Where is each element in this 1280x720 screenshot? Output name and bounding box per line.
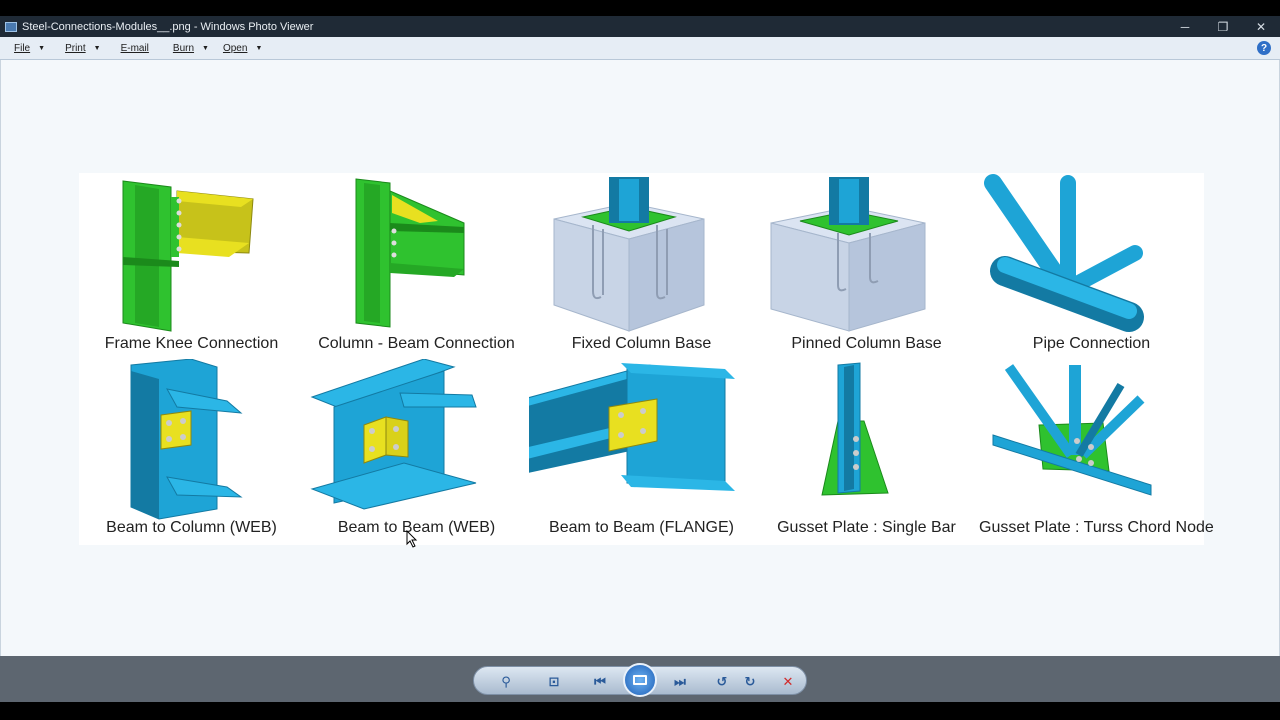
- beam-to-column-web: Beam to Column (WEB): [79, 359, 304, 545]
- caption: Beam to Beam (FLANGE): [549, 519, 734, 536]
- rotate-clockwise-icon[interactable]: ↻: [736, 667, 764, 696]
- gusset-plate-single-bar-illustration: [821, 362, 889, 496]
- menu-bar: File ▼ Print ▼ E-mail Burn ▼ Open ▼ ?: [0, 37, 1280, 60]
- caption: Beam to Column (WEB): [106, 519, 277, 536]
- pipe-connection: Pipe Connection: [979, 173, 1204, 359]
- beam-to-column-web-illustration: [130, 359, 243, 520]
- beam-to-beam-web-illustration: [310, 359, 477, 510]
- image-viewport[interactable]: Frame Knee Connection Column - Beam Conn…: [0, 60, 1280, 656]
- caption: Pinned Column Base: [791, 335, 942, 352]
- delete-icon[interactable]: ✕: [774, 667, 802, 696]
- restore-button[interactable]: ❐: [1204, 16, 1242, 37]
- caption: Pipe Connection: [1032, 335, 1151, 352]
- fixed-column-base-illustration: [553, 177, 705, 332]
- photo-viewer-window: Steel-Connections-Modules__.png - Window…: [0, 0, 1280, 720]
- menu-email-label: E-mail: [120, 42, 149, 54]
- menu-print[interactable]: Print ▼: [65, 43, 101, 54]
- mouse-cursor-icon: [406, 530, 418, 548]
- frame-knee-connection: Frame Knee Connection: [79, 173, 304, 359]
- minimize-button[interactable]: ─: [1166, 16, 1204, 37]
- chevron-down-icon: ▼: [202, 44, 209, 52]
- letterbox-bottom: [0, 702, 1280, 720]
- column-beam-connection-illustration: [355, 178, 465, 328]
- frame-knee-connection-illustration: [122, 180, 254, 332]
- chevron-down-icon: ▼: [255, 44, 263, 52]
- pinned-column-base-illustration: [770, 177, 926, 332]
- chevron-down-icon: ▼: [38, 44, 46, 52]
- caption: Gusset Plate : Turss Chord Node: [979, 519, 1214, 536]
- chevron-down-icon: ▼: [93, 44, 101, 52]
- letterbox-top: [0, 0, 1280, 16]
- beam-to-beam-flange: Beam to Beam (FLANGE): [529, 359, 754, 545]
- caption: Frame Knee Connection: [104, 335, 279, 352]
- menu-file[interactable]: File ▼: [14, 43, 45, 54]
- pipe-connection-illustration: [984, 174, 1144, 332]
- caption: Column - Beam Connection: [318, 335, 515, 352]
- gusset-plate-single-bar: Gusset Plate : Single Bar: [754, 359, 979, 545]
- caption: Fixed Column Base: [571, 335, 712, 352]
- rotate-counterclockwise-icon[interactable]: ↺: [708, 667, 736, 696]
- previous-icon[interactable]: ⏮: [586, 667, 614, 696]
- zoom-icon[interactable]: ⚲: [492, 667, 520, 696]
- menu-burn[interactable]: Burn ▼: [173, 43, 209, 54]
- next-icon[interactable]: ⏭: [666, 667, 694, 696]
- slideshow-icon: [633, 675, 647, 685]
- menu-burn-label: Burn: [172, 42, 195, 54]
- menu-file-label: File: [14, 42, 31, 54]
- close-button[interactable]: ✕: [1242, 16, 1280, 37]
- gusset-plate-truss-chord-node-illustration: [992, 364, 1152, 496]
- photo-viewer-app-icon: [5, 21, 17, 32]
- displayed-image: Frame Knee Connection Column - Beam Conn…: [79, 173, 1214, 545]
- title-bar[interactable]: Steel-Connections-Modules__.png - Window…: [0, 16, 1280, 37]
- menu-open-label: Open: [222, 42, 248, 54]
- gusset-plate-truss-chord-node: Gusset Plate : Turss Chord Node: [979, 359, 1214, 545]
- menu-open[interactable]: Open ▼: [223, 43, 262, 54]
- help-icon[interactable]: ?: [1257, 41, 1271, 55]
- pinned-column-base: Pinned Column Base: [754, 173, 979, 359]
- beam-to-beam-web: Beam to Beam (WEB): [304, 359, 529, 545]
- caption: Gusset Plate : Single Bar: [777, 519, 956, 536]
- actual-size-icon[interactable]: ⊡: [540, 667, 568, 696]
- menu-print-label: Print: [65, 42, 86, 54]
- column-beam-connection: Column - Beam Connection: [304, 173, 529, 359]
- beam-to-beam-flange-illustration: [529, 363, 735, 491]
- fixed-column-base: Fixed Column Base: [529, 173, 754, 359]
- slideshow-button[interactable]: [623, 663, 657, 697]
- window-title: Steel-Connections-Modules__.png - Window…: [22, 20, 314, 33]
- menu-email[interactable]: E-mail: [121, 43, 149, 54]
